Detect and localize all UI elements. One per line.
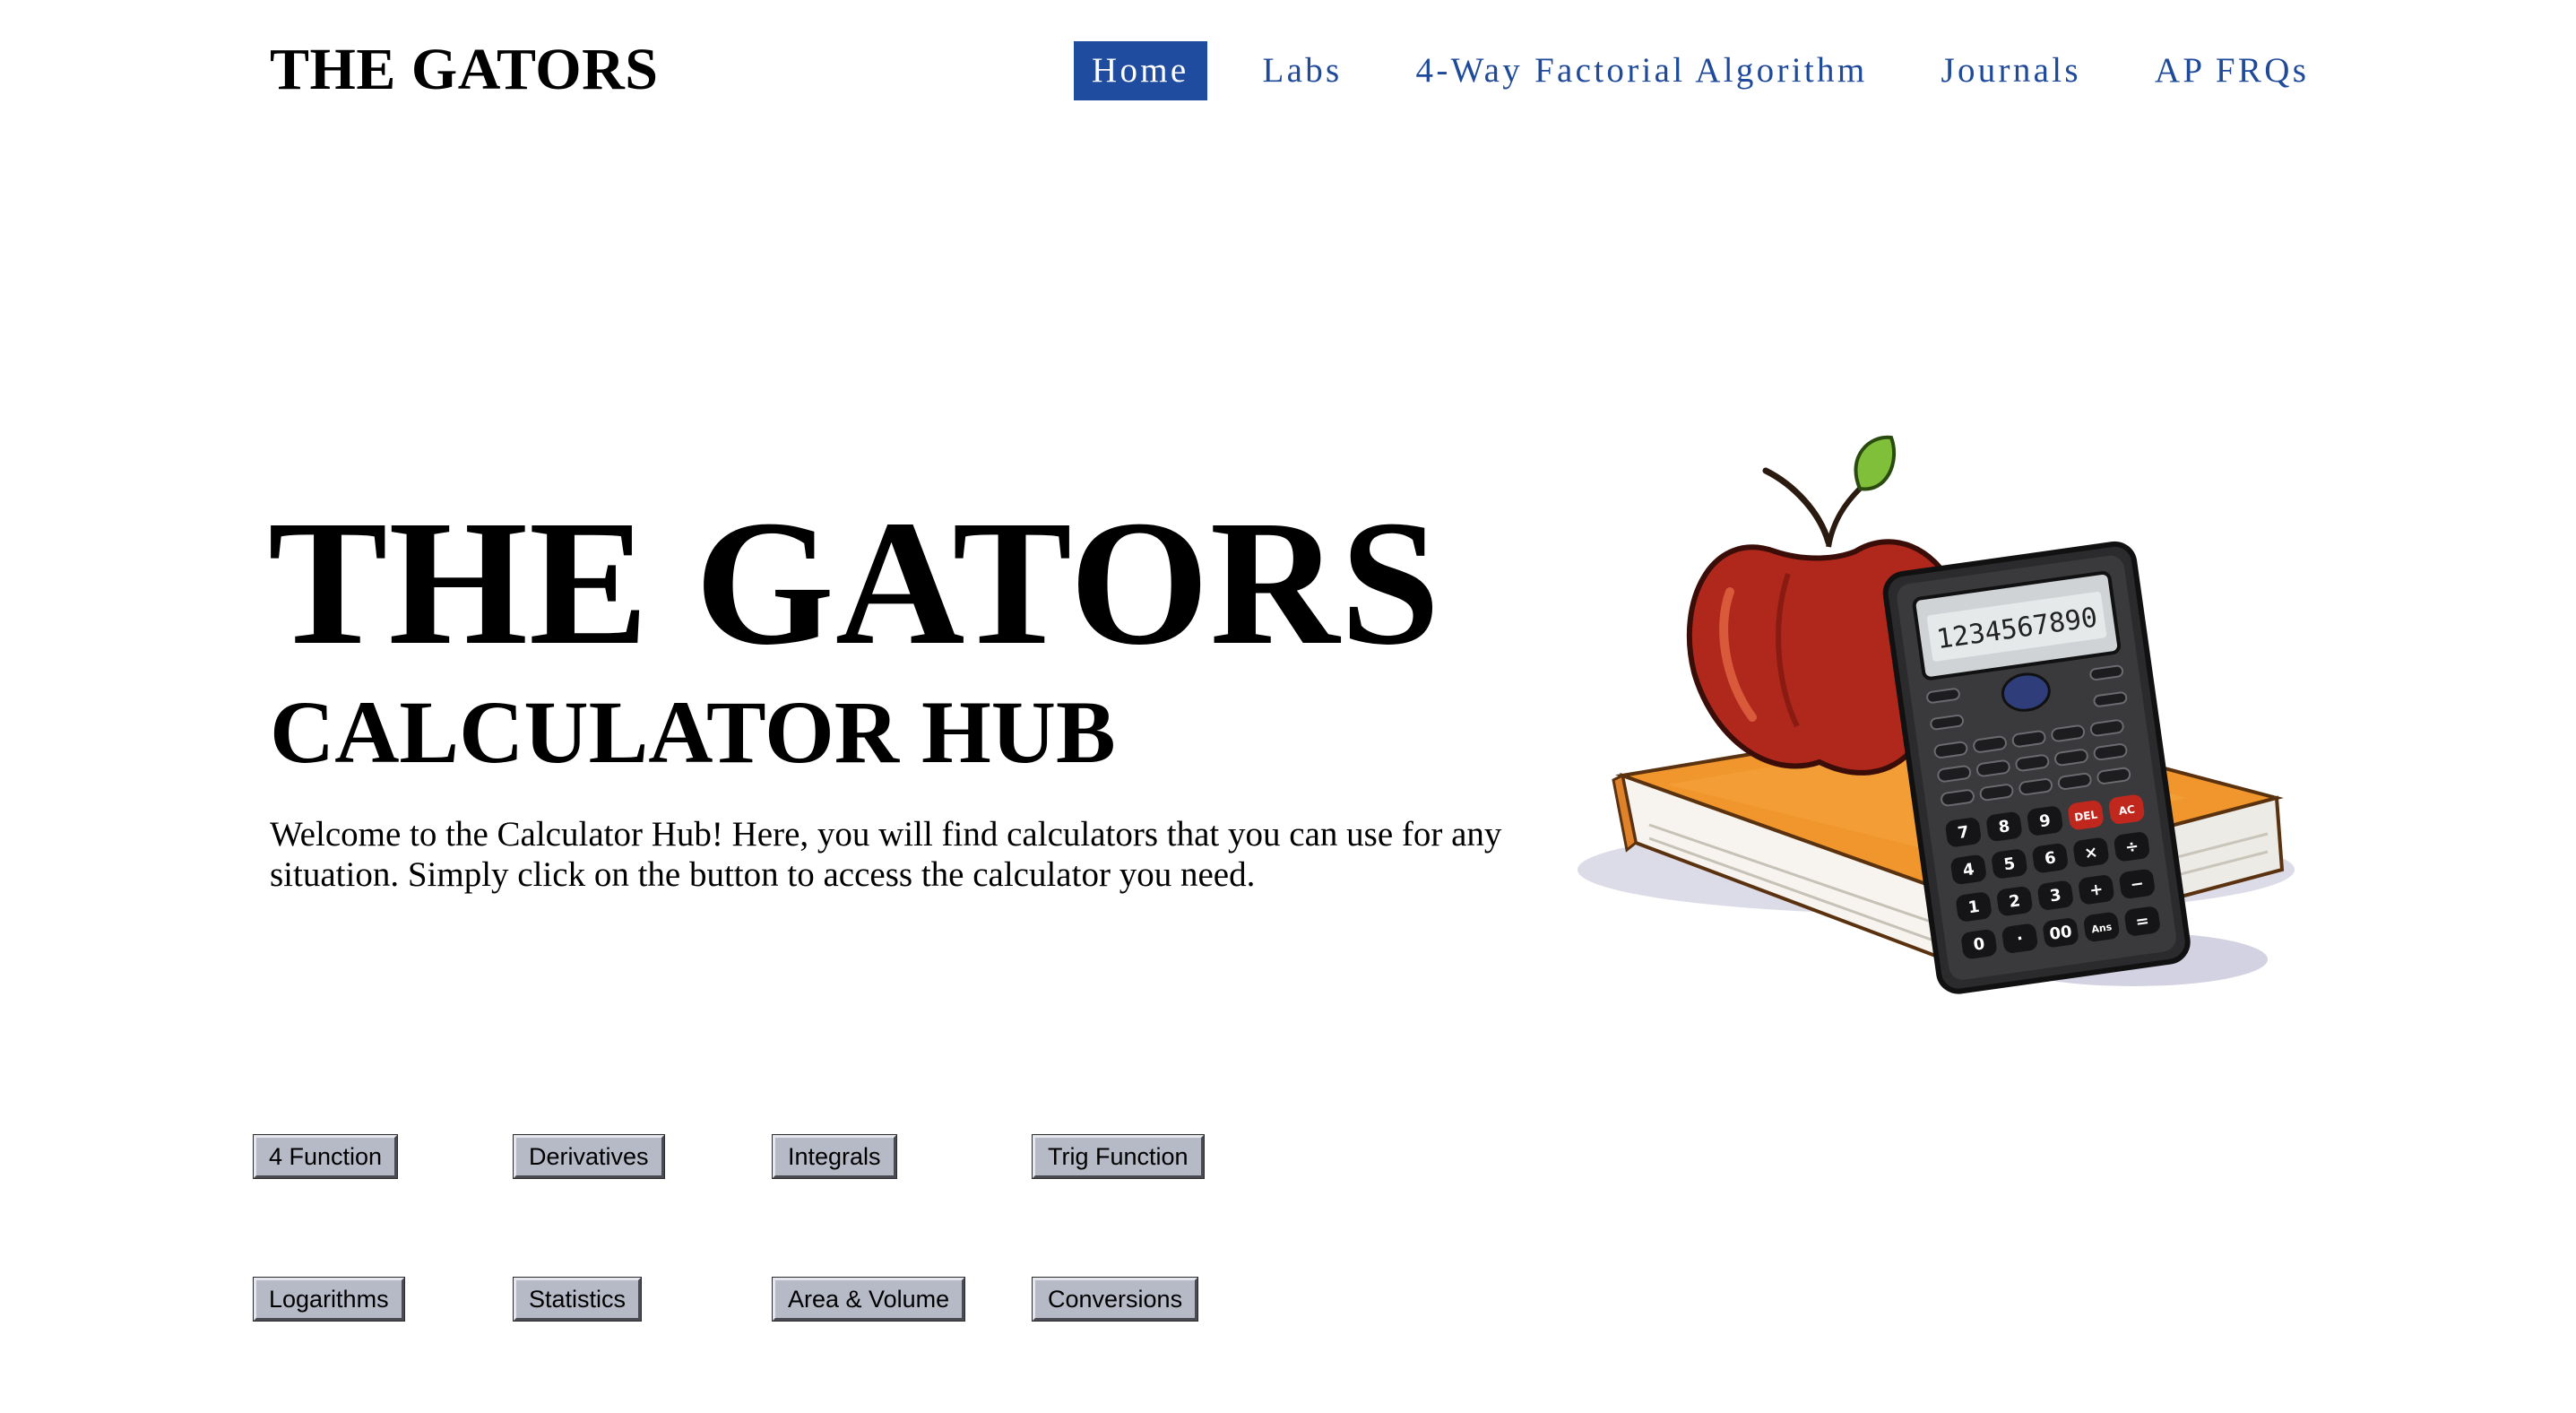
nav-labs[interactable]: Labs — [1245, 41, 1361, 100]
nav-factorial-algorithm[interactable]: 4-Way Factorial Algorithm — [1398, 41, 1886, 100]
site-brand[interactable]: THE GATORS — [270, 32, 659, 108]
nav-home[interactable]: Home — [1074, 41, 1207, 100]
trig-function-button[interactable]: Trig Function — [1032, 1134, 1205, 1179]
derivatives-button[interactable]: Derivatives — [513, 1134, 665, 1179]
svg-text:AC: AC — [2118, 802, 2136, 817]
area-volume-button[interactable]: Area & Volume — [771, 1277, 966, 1322]
page: THE GATORS Home Labs 4-Way Factorial Alg… — [0, 0, 2576, 1413]
hero-description: Welcome to the Calculator Hub! Here, you… — [270, 815, 1502, 894]
svg-text:−: − — [2129, 874, 2145, 895]
hero-title: THE GATORS — [268, 484, 1441, 682]
nav-ap-frqs[interactable]: AP FRQs — [2137, 41, 2327, 100]
svg-text:÷: ÷ — [2124, 837, 2140, 857]
hero-subtitle: CALCULATOR HUB — [270, 682, 1116, 782]
four-function-button[interactable]: 4 Function — [252, 1134, 399, 1179]
svg-text:=: = — [2134, 912, 2150, 932]
svg-text:+: + — [2088, 880, 2105, 900]
apple-book-calculator-illustration: 1234567890 7 8 9 DEL AC 4 5 6 × ÷ 1 2 3 … — [1578, 435, 2295, 994]
integrals-button[interactable]: Integrals — [772, 1134, 897, 1179]
svg-text:×: × — [2083, 843, 2099, 863]
statistics-button[interactable]: Statistics — [512, 1277, 643, 1322]
nav-journals[interactable]: Journals — [1923, 41, 2098, 100]
logarithms-button[interactable]: Logarithms — [253, 1277, 405, 1322]
conversions-button[interactable]: Conversions — [1031, 1277, 1199, 1322]
main-nav: Home Labs 4-Way Factorial Algorithm Jour… — [1074, 41, 2327, 100]
svg-text:00: 00 — [2048, 923, 2073, 944]
